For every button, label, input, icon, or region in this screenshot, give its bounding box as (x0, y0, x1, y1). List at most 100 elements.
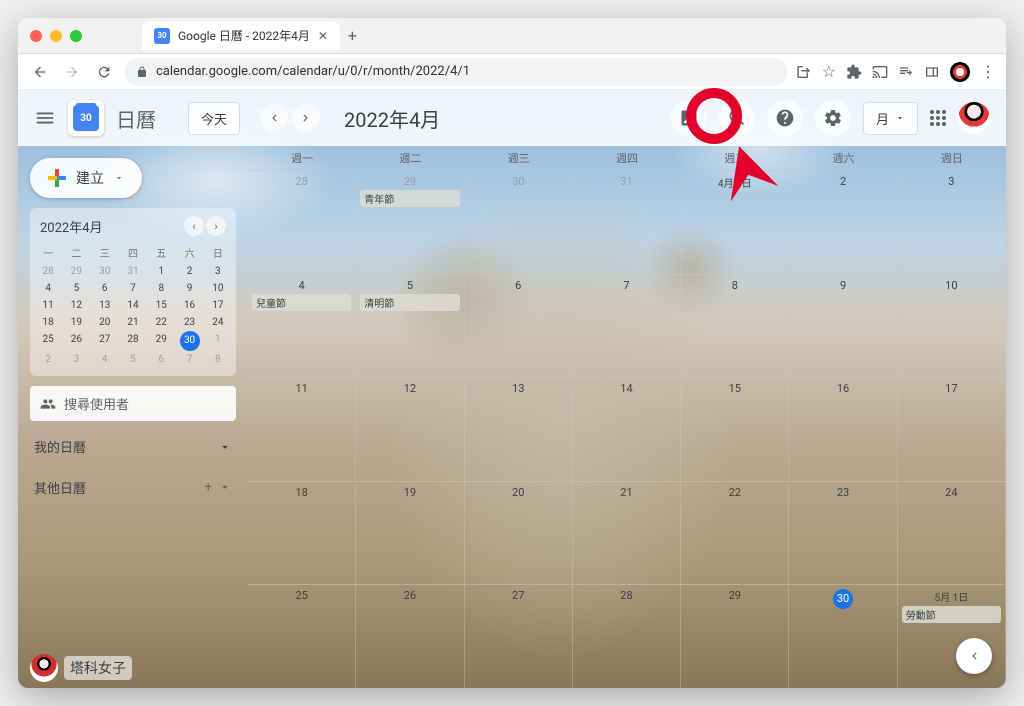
calendar-cell[interactable]: 31 (573, 171, 681, 274)
calendar-cell[interactable]: 7 (573, 275, 681, 378)
mini-day[interactable]: 20 (91, 314, 119, 331)
calendar-cell[interactable]: 25 (248, 585, 356, 688)
mini-day[interactable]: 2 (34, 351, 62, 368)
calendar-cell[interactable]: 26 (356, 585, 464, 688)
browser-tab[interactable]: 30 Google 日曆 - 2022年4月 ✕ (142, 21, 340, 50)
calendar-cell[interactable]: 20 (465, 482, 573, 585)
mini-day[interactable]: 21 (119, 314, 147, 331)
mini-day[interactable]: 8 (147, 280, 175, 297)
calendar-cell[interactable]: 30 (465, 171, 573, 274)
calendar-cell[interactable]: 22 (681, 482, 789, 585)
back-button[interactable] (28, 60, 52, 84)
mini-day[interactable]: 3 (62, 351, 90, 368)
side-panel-toggle[interactable] (956, 638, 992, 674)
calendar-cell[interactable]: 29 (681, 585, 789, 688)
mini-day[interactable]: 6 (147, 351, 175, 368)
mini-day[interactable]: 7 (119, 280, 147, 297)
calendar-cell[interactable]: 8 (681, 275, 789, 378)
mini-day[interactable]: 31 (119, 263, 147, 280)
calendar-cell[interactable]: 9 (789, 275, 897, 378)
mini-day[interactable]: 3 (204, 263, 232, 280)
help-button[interactable] (767, 100, 803, 136)
mini-day[interactable]: 1 (147, 263, 175, 280)
close-tab-icon[interactable]: ✕ (318, 29, 328, 43)
event-chip[interactable]: 清明節 (360, 294, 459, 311)
calendar-cell[interactable]: 30 (789, 585, 897, 688)
calendar-cell[interactable]: 10 (898, 275, 1006, 378)
mini-day[interactable]: 5 (62, 280, 90, 297)
main-menu-icon[interactable] (34, 107, 56, 129)
reading-list-icon[interactable] (898, 64, 914, 80)
mini-day[interactable]: 5 (119, 351, 147, 368)
mini-day[interactable]: 18 (34, 314, 62, 331)
calendar-cell[interactable]: 28 (573, 585, 681, 688)
mini-day[interactable]: 25 (34, 331, 62, 351)
mini-day[interactable]: 9 (175, 280, 203, 297)
search-people-input[interactable]: 搜尋使用者 (30, 386, 236, 421)
background-image-button[interactable] (671, 100, 707, 136)
calendar-cell[interactable]: 4月 1日 (681, 171, 789, 274)
mini-day[interactable]: 28 (119, 331, 147, 351)
cast-icon[interactable] (872, 64, 888, 80)
mini-day[interactable]: 7 (175, 351, 203, 368)
calendar-cell[interactable]: 27 (465, 585, 573, 688)
share-icon[interactable] (796, 64, 812, 80)
calendar-cell[interactable]: 18 (248, 482, 356, 585)
minimize-window[interactable] (50, 30, 62, 42)
url-field[interactable]: calendar.google.com/calendar/u/0/r/month… (124, 58, 788, 86)
calendar-cell[interactable]: 29青年節 (356, 171, 464, 274)
maximize-window[interactable] (70, 30, 82, 42)
mini-day[interactable]: 19 (62, 314, 90, 331)
mini-day[interactable]: 11 (34, 297, 62, 314)
mini-day[interactable]: 23 (175, 314, 203, 331)
today-button[interactable]: 今天 (188, 102, 240, 135)
mini-day[interactable]: 22 (147, 314, 175, 331)
mini-day[interactable]: 26 (62, 331, 90, 351)
other-calendars-section[interactable]: 其他日曆 + (30, 472, 236, 503)
mini-day[interactable]: 1 (204, 331, 232, 351)
create-button[interactable]: 建立 (30, 158, 142, 198)
event-chip[interactable]: 青年節 (360, 190, 459, 207)
calendar-cell[interactable]: 3 (898, 171, 1006, 274)
calendar-cell[interactable]: 5月 1日勞動節 (898, 585, 1006, 688)
calendar-cell[interactable]: 5清明節 (356, 275, 464, 378)
mini-day[interactable]: 13 (91, 297, 119, 314)
mini-prev-button[interactable]: ‹ (184, 216, 204, 236)
new-tab-button[interactable]: + (348, 26, 357, 45)
mini-day[interactable]: 6 (91, 280, 119, 297)
view-selector[interactable]: 月 (863, 102, 918, 135)
calendar-cell[interactable]: 12 (356, 378, 464, 481)
calendar-cell[interactable]: 13 (465, 378, 573, 481)
account-avatar[interactable] (958, 102, 990, 134)
calendar-cell[interactable]: 11 (248, 378, 356, 481)
star-icon[interactable]: ☆ (822, 62, 836, 81)
calendar-cell[interactable]: 23 (789, 482, 897, 585)
calendar-cell[interactable]: 24 (898, 482, 1006, 585)
google-apps-icon[interactable] (930, 110, 946, 126)
mini-day[interactable]: 24 (204, 314, 232, 331)
calendar-cell[interactable]: 14 (573, 378, 681, 481)
settings-button[interactable] (815, 100, 851, 136)
mini-day[interactable]: 10 (204, 280, 232, 297)
calendar-cell[interactable]: 28 (248, 171, 356, 274)
calendar-cell[interactable]: 21 (573, 482, 681, 585)
calendar-cell[interactable]: 19 (356, 482, 464, 585)
browser-menu-icon[interactable]: ⋮ (980, 62, 996, 81)
mini-day[interactable]: 2 (175, 263, 203, 280)
mini-day[interactable]: 14 (119, 297, 147, 314)
mini-day[interactable]: 29 (62, 263, 90, 280)
mini-day[interactable]: 15 (147, 297, 175, 314)
extensions-icon[interactable] (846, 64, 862, 80)
mini-day[interactable]: 27 (91, 331, 119, 351)
close-window[interactable] (30, 30, 42, 42)
mini-day[interactable]: 8 (204, 351, 232, 368)
browser-profile[interactable] (950, 62, 970, 82)
mini-day[interactable]: 16 (175, 297, 203, 314)
calendar-cell[interactable]: 6 (465, 275, 573, 378)
prev-month-button[interactable] (260, 104, 288, 132)
calendar-cell[interactable]: 15 (681, 378, 789, 481)
forward-button[interactable] (60, 60, 84, 84)
mini-day[interactable]: 12 (62, 297, 90, 314)
search-button[interactable] (719, 100, 755, 136)
reload-button[interactable] (92, 60, 116, 84)
